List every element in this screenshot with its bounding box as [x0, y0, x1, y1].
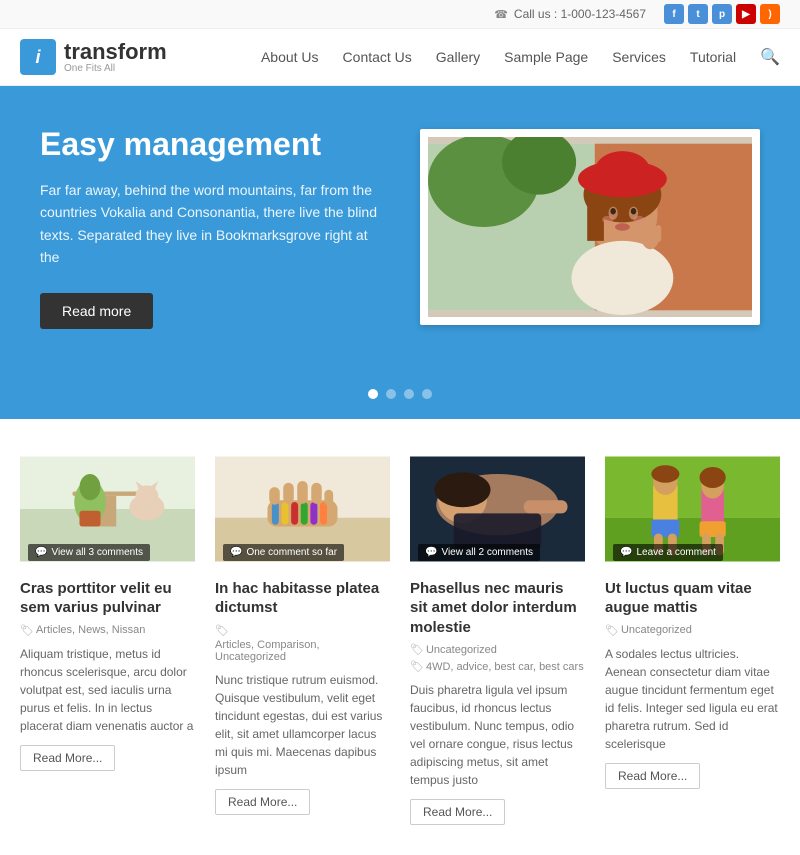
hero-text: Far far away, behind the word mountains,… [40, 179, 380, 269]
card-1-comment-badge: 💬 View all 3 comments [28, 544, 150, 561]
card-4-image-wrap: 💬 Leave a comment [605, 449, 780, 569]
nav-about[interactable]: About Us [261, 49, 319, 65]
tag-icon-3: 🏷 [410, 643, 424, 656]
card-2: 💬 One comment so far In hac habitasse pl… [215, 449, 390, 826]
hero-content: Easy management Far far away, behind the… [40, 126, 380, 329]
comment-icon-2: 💬 [230, 547, 242, 558]
card-3-tags2: 🏷 4WD, advice, best car, best cars [410, 660, 585, 673]
card-3-title: Phasellus nec mauris sit amet dolor inte… [410, 579, 585, 638]
card-1-body: Aliquam tristique, metus id rhoncus scel… [20, 645, 195, 735]
card-4-readmore-button[interactable]: Read More... [605, 763, 700, 789]
tag-icon-4: 🏷 [605, 624, 619, 637]
twitter-icon[interactable]: t [688, 4, 708, 24]
main-nav: About Us Contact Us Gallery Sample Page … [261, 47, 780, 67]
card-2-image-wrap: 💬 One comment so far [215, 449, 390, 569]
hero-image-box [420, 129, 760, 325]
card-3-body: Duis pharetra ligula vel ipsum faucibus,… [410, 681, 585, 789]
logo-title: transform [64, 41, 167, 63]
tag-icon-3b: 🏷 [410, 660, 424, 673]
cards-section: 💬 View all 3 comments Cras porttitor vel… [0, 419, 800, 855]
card-1: 💬 View all 3 comments Cras porttitor vel… [20, 449, 195, 826]
card-3: 💬 View all 2 comments Phasellus nec maur… [410, 449, 585, 826]
tag-icon-2: 🏷 [215, 624, 229, 637]
search-icon[interactable]: 🔍 [760, 47, 780, 67]
logo-subtitle: One Fits All [64, 63, 167, 74]
hero-dots [0, 389, 800, 419]
phone-icon: ☎ [494, 8, 508, 21]
card-3-readmore-button[interactable]: Read More... [410, 799, 505, 825]
card-4-body: A sodales lectus ultricies. Aenean conse… [605, 645, 780, 753]
card-3-image-wrap: 💬 View all 2 comments [410, 449, 585, 569]
hero-image-wrapper [420, 129, 760, 325]
card-3-comment-badge: 💬 View all 2 comments [418, 544, 540, 561]
card-3-tags: 🏷 Uncategorized [410, 643, 585, 656]
top-bar-contact: ☎ Call us : 1-000-123-4567 f t p ▶ ) [494, 4, 780, 24]
comment-icon-4: 💬 [620, 547, 632, 558]
rss-icon[interactable]: ) [760, 4, 780, 24]
card-4-title: Ut luctus quam vitae augue mattis [605, 579, 780, 618]
hero-image [428, 137, 752, 317]
card-2-tags: 🏷 Articles, Comparison, Uncategorized [215, 624, 390, 663]
tag-icon-1: 🏷 [20, 624, 34, 637]
phone-number: Call us : 1-000-123-4567 [514, 7, 646, 21]
card-4: 💬 Leave a comment Ut luctus quam vitae a… [605, 449, 780, 826]
card-1-readmore-button[interactable]: Read More... [20, 745, 115, 771]
header: i transform One Fits All About Us Contac… [0, 29, 800, 86]
card-2-readmore-button[interactable]: Read More... [215, 789, 310, 815]
nav-gallery[interactable]: Gallery [436, 49, 480, 65]
card-4-tags: 🏷 Uncategorized [605, 624, 780, 637]
nav-contact[interactable]: Contact Us [343, 49, 412, 65]
card-1-title: Cras porttitor velit eu sem varius pulvi… [20, 579, 195, 618]
facebook-icon[interactable]: f [664, 4, 684, 24]
comment-icon-1: 💬 [35, 547, 47, 558]
dot-3[interactable] [404, 389, 414, 399]
card-4-comment-badge: 💬 Leave a comment [613, 544, 723, 561]
comment-icon-3: 💬 [425, 547, 437, 558]
hero-readmore-button[interactable]: Read more [40, 293, 153, 329]
cards-grid: 💬 View all 3 comments Cras porttitor vel… [20, 449, 780, 826]
logo[interactable]: i transform One Fits All [20, 39, 167, 75]
card-2-body: Nunc tristique rutrum euismod. Quisque v… [215, 671, 390, 779]
top-bar: ☎ Call us : 1-000-123-4567 f t p ▶ ) [0, 0, 800, 29]
nav-sample[interactable]: Sample Page [504, 49, 588, 65]
card-2-title: In hac habitasse platea dictumst [215, 579, 390, 618]
dot-1[interactable] [368, 389, 378, 399]
card-1-image-wrap: 💬 View all 3 comments [20, 449, 195, 569]
hero-title: Easy management [40, 126, 380, 163]
logo-icon: i [20, 39, 56, 75]
logo-text: transform One Fits All [64, 41, 167, 74]
dot-4[interactable] [422, 389, 432, 399]
nav-services[interactable]: Services [612, 49, 666, 65]
hero-section: Easy management Far far away, behind the… [0, 86, 800, 389]
dot-2[interactable] [386, 389, 396, 399]
nav-tutorial[interactable]: Tutorial [690, 49, 736, 65]
card-2-comment-badge: 💬 One comment so far [223, 544, 344, 561]
social-icons-group: f t p ▶ ) [664, 4, 780, 24]
youtube-icon[interactable]: ▶ [736, 4, 756, 24]
pinterest-icon[interactable]: p [712, 4, 732, 24]
card-1-tags: 🏷 Articles, News, Nissan [20, 624, 195, 637]
